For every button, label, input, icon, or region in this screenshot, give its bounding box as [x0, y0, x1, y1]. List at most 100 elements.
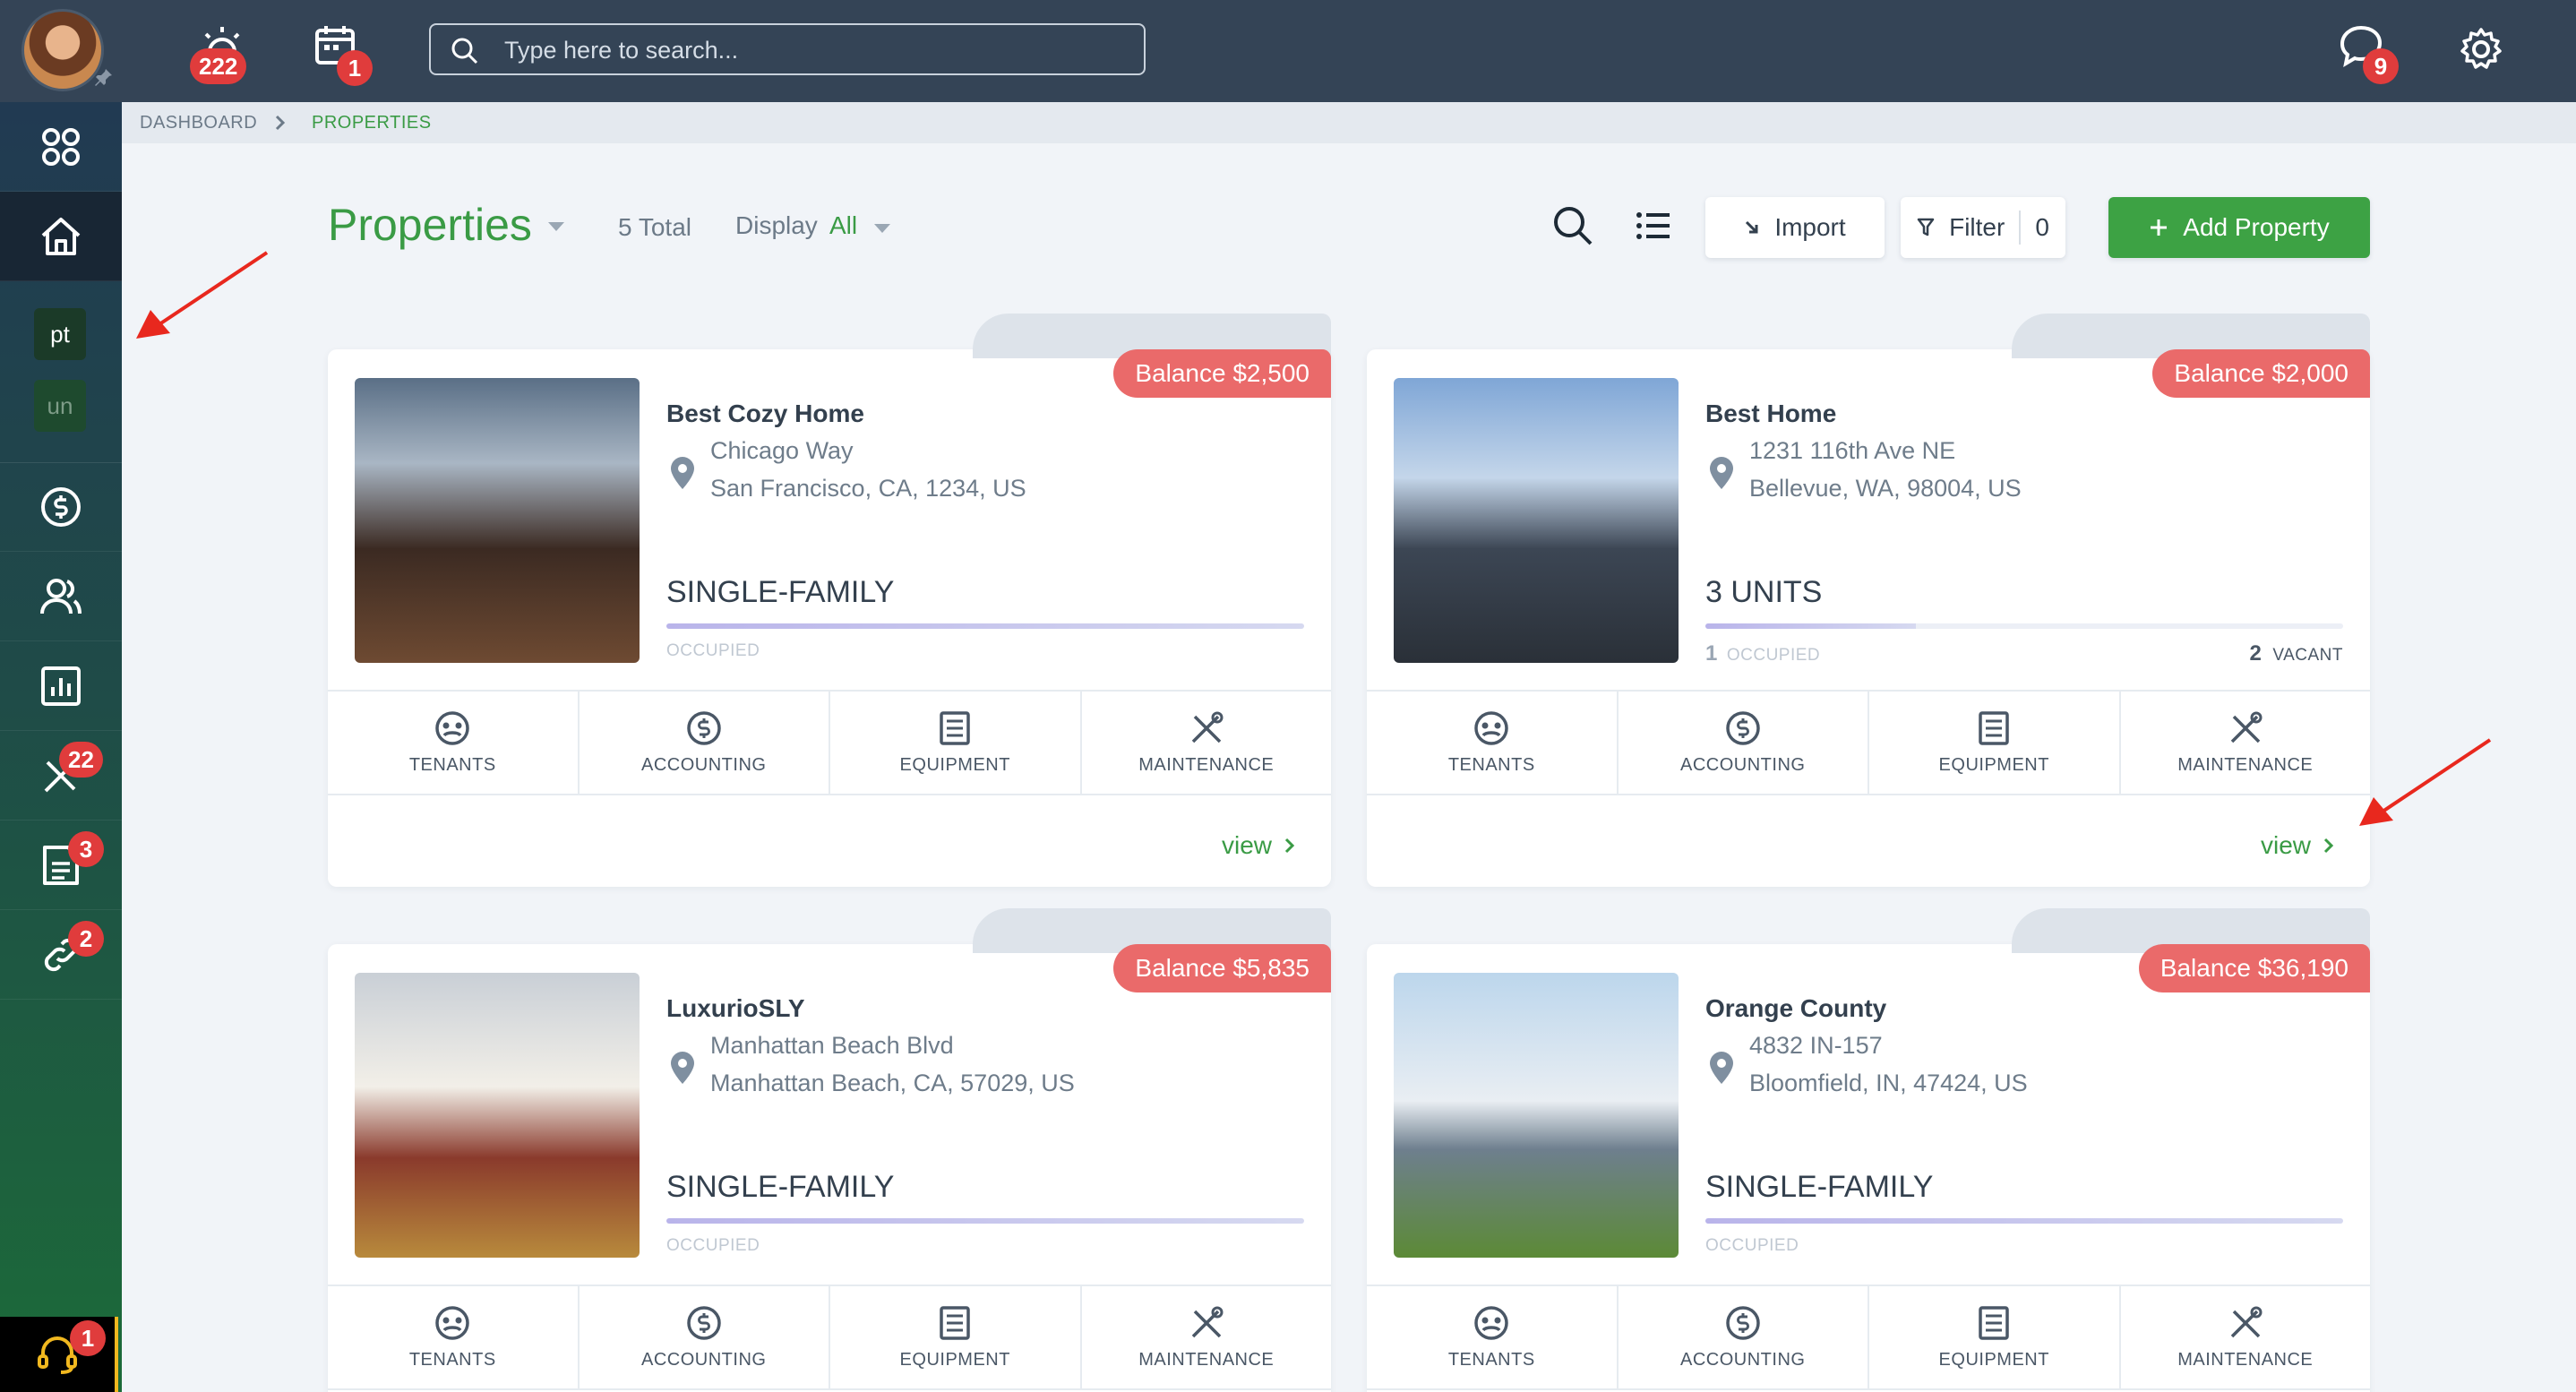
filter-count: 0	[2035, 213, 2049, 241]
card-action-equipment[interactable]: EQUIPMENT	[830, 1286, 1082, 1388]
property-city: Manhattan Beach, CA, 57029, US	[710, 1070, 1075, 1096]
occupied-text: OCCUPIED	[1726, 646, 1821, 665]
sidebar-chip-un[interactable]: un	[34, 380, 86, 432]
sidebar-item-accounting[interactable]	[0, 462, 122, 552]
view-link[interactable]: view	[1222, 831, 1295, 860]
card-action-label: EQUIPMENT	[899, 1349, 1010, 1370]
card-action-accounting[interactable]: ACCOUNTING	[580, 692, 830, 794]
property-photo[interactable]	[355, 973, 640, 1258]
sidebar-item-documents[interactable]: 3	[0, 821, 122, 910]
filter-label: Filter	[1949, 213, 2005, 241]
user-avatar[interactable]	[21, 9, 104, 91]
display-label: Display	[735, 211, 818, 239]
property-street: 1231 116th Ave NE	[1749, 437, 1956, 464]
property-name[interactable]: Best Cozy Home	[666, 400, 864, 428]
occupied-label: OCCUPIED	[666, 1236, 760, 1256]
card-action-equipment[interactable]: EQUIPMENT	[1869, 692, 2121, 794]
card-action-tenants[interactable]: TENANTS	[328, 692, 580, 794]
notifications-badge: 222	[190, 48, 247, 84]
import-button[interactable]: Import	[1705, 197, 1885, 258]
property-city: Bloomfield, IN, 47424, US	[1749, 1070, 2028, 1096]
chevron-right-icon	[275, 115, 286, 131]
property-name[interactable]: LuxurioSLY	[666, 994, 805, 1023]
balance-badge: Balance $2,500	[1113, 349, 1331, 398]
card-action-maintenance[interactable]: MAINTENANCE	[1082, 1286, 1332, 1388]
property-street: 4832 IN-157	[1749, 1032, 1883, 1059]
view-label: view	[2260, 831, 2311, 859]
card-action-accounting[interactable]: ACCOUNTING	[1619, 692, 1869, 794]
breadcrumb-properties: PROPERTIES	[312, 113, 432, 133]
search-icon[interactable]	[1551, 204, 1594, 247]
map-pin-icon	[1710, 1052, 1733, 1084]
top-bar: 222 1 9	[0, 0, 2576, 102]
maintenance-badge: 22	[59, 742, 103, 778]
chevron-right-icon	[1284, 838, 1295, 854]
add-property-button[interactable]: Add Property	[2108, 197, 2370, 258]
sidebar-chip-pt[interactable]: pt	[34, 308, 86, 360]
card-action-label: ACCOUNTING	[1680, 1349, 1806, 1370]
balance-badge: Balance $2,000	[2152, 349, 2370, 398]
sidebar-item-maintenance[interactable]: 22	[0, 731, 122, 821]
annotation-arrow-right	[2359, 738, 2492, 826]
vacant-count: 2	[2249, 641, 2263, 666]
card-action-label: EQUIPMENT	[899, 754, 1010, 775]
display-select[interactable]: All	[829, 211, 857, 240]
home-icon	[41, 217, 81, 255]
caret-down-icon[interactable]	[548, 222, 564, 231]
funnel-icon	[1917, 218, 1935, 236]
sidebar-item-properties[interactable]	[0, 192, 122, 281]
card-action-label: ACCOUNTING	[1680, 754, 1806, 775]
property-photo[interactable]	[1394, 378, 1679, 663]
notifications-button[interactable]: 222	[188, 21, 260, 84]
pin-icon	[95, 69, 112, 86]
total-count: 5 Total	[618, 213, 691, 241]
search-icon	[451, 38, 478, 64]
view-link[interactable]: view	[2261, 831, 2334, 860]
caret-down-icon[interactable]	[874, 224, 890, 233]
tenants-icon	[435, 710, 469, 745]
occupancy-bar	[666, 623, 1304, 629]
card-action-equipment[interactable]: EQUIPMENT	[830, 692, 1082, 794]
search-input[interactable]	[504, 32, 1122, 68]
card-action-maintenance[interactable]: MAINTENANCE	[2121, 692, 2371, 794]
calendar-button[interactable]: 1	[312, 23, 374, 86]
dollar-circle-icon	[41, 486, 81, 527]
equipment-list-icon	[1979, 1305, 2009, 1340]
support-button[interactable]: 1	[0, 1317, 118, 1392]
card-action-tenants[interactable]: TENANTS	[328, 1286, 580, 1388]
vacant-text: VACANT	[2272, 646, 2343, 665]
property-name[interactable]: Best Home	[1705, 400, 1836, 428]
card-action-accounting[interactable]: ACCOUNTING	[1619, 1286, 1869, 1388]
card-action-tenants[interactable]: TENANTS	[1367, 692, 1619, 794]
card-action-label: TENANTS	[1447, 1349, 1535, 1370]
card-action-equipment[interactable]: EQUIPMENT	[1869, 1286, 2121, 1388]
card-action-tenants[interactable]: TENANTS	[1367, 1286, 1619, 1388]
occupancy-bar	[1705, 1218, 2343, 1224]
sidebar-item-apps[interactable]	[0, 102, 122, 192]
sidebar-item-links[interactable]: 2	[0, 910, 122, 1000]
list-view-icon[interactable]	[1632, 204, 1675, 247]
page-title[interactable]: Properties	[328, 199, 532, 251]
search-box[interactable]	[429, 23, 1146, 75]
property-photo[interactable]	[355, 378, 640, 663]
plus-icon	[2151, 219, 2168, 236]
property-photo[interactable]	[1394, 973, 1679, 1258]
breadcrumb-dashboard[interactable]: DASHBOARD	[140, 113, 257, 133]
gear-icon[interactable]	[2459, 27, 2503, 72]
tenants-icon	[435, 1305, 469, 1340]
sidebar-item-people[interactable]	[0, 552, 122, 641]
card-action-label: TENANTS	[408, 1349, 496, 1370]
messages-button[interactable]: 9	[2338, 23, 2409, 86]
support-badge: 1	[70, 1320, 106, 1356]
card-action-maintenance[interactable]: MAINTENANCE	[1082, 692, 1332, 794]
occupied-count: 1	[1705, 641, 1718, 666]
sidebar-item-reports[interactable]	[0, 641, 122, 731]
dollar-circle-icon	[687, 1305, 721, 1340]
occupied-label: 1 OCCUPIED	[1705, 641, 1820, 666]
property-card: Balance $36,190 Orange County 4832 IN-15…	[1367, 908, 2371, 1392]
property-name[interactable]: Orange County	[1705, 994, 1886, 1023]
filter-button[interactable]: Filter 0	[1901, 197, 2065, 258]
card-action-maintenance[interactable]: MAINTENANCE	[2121, 1286, 2371, 1388]
filter-divider	[2019, 211, 2022, 245]
card-action-accounting[interactable]: ACCOUNTING	[580, 1286, 830, 1388]
